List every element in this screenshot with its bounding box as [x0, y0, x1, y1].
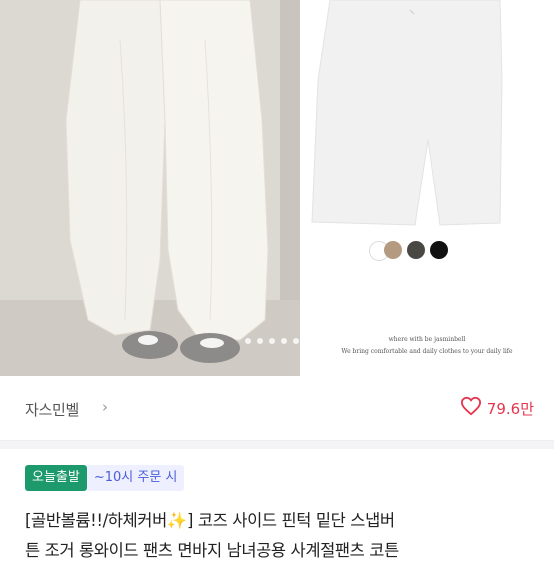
product-photo-flatlay[interactable]	[300, 0, 554, 376]
badge-order-cutoff: ~10시 주문 시	[86, 465, 185, 491]
product-photo-model[interactable]	[0, 0, 300, 376]
swatch-charcoal[interactable]	[407, 241, 425, 259]
seller-name[interactable]: 자스민벨	[25, 399, 79, 420]
likes-button[interactable]: 79.6만	[460, 396, 534, 420]
swatch-black[interactable]	[430, 241, 448, 259]
product-title-line1: [골반볼륨!!/하체커버✨] 코즈 사이드 핀턱 밑단 스냅버	[25, 511, 395, 530]
product-title: [골반볼륨!!/하체커버✨] 코즈 사이드 핀턱 밑단 스냅버 튼 조거 롱와이…	[25, 506, 545, 566]
seller-row[interactable]: 자스민벨 › 79.6만	[0, 376, 554, 441]
flatlay-caption-line2: We bring comfortable and daily clothes t…	[341, 348, 513, 355]
chevron-right-icon: ›	[102, 398, 108, 416]
swatch-beige[interactable]	[384, 241, 402, 259]
flatlay-caption-line1: where with be jasminbell	[388, 336, 466, 343]
likes-count: 79.6만	[486, 399, 534, 418]
model-pants-illustration	[0, 0, 300, 376]
badge-today-shipping: 오늘출발	[25, 465, 87, 491]
heart-icon	[460, 396, 482, 420]
section-divider	[0, 441, 554, 449]
product-title-line2: 튼 조거 롱와이드 팬츠 면바지 남녀공용 사계절팬츠 코튼	[25, 541, 399, 560]
flatlay-pants-illustration	[311, 0, 503, 226]
delivery-badges: 오늘출발 ~10시 주문 시	[25, 465, 185, 491]
